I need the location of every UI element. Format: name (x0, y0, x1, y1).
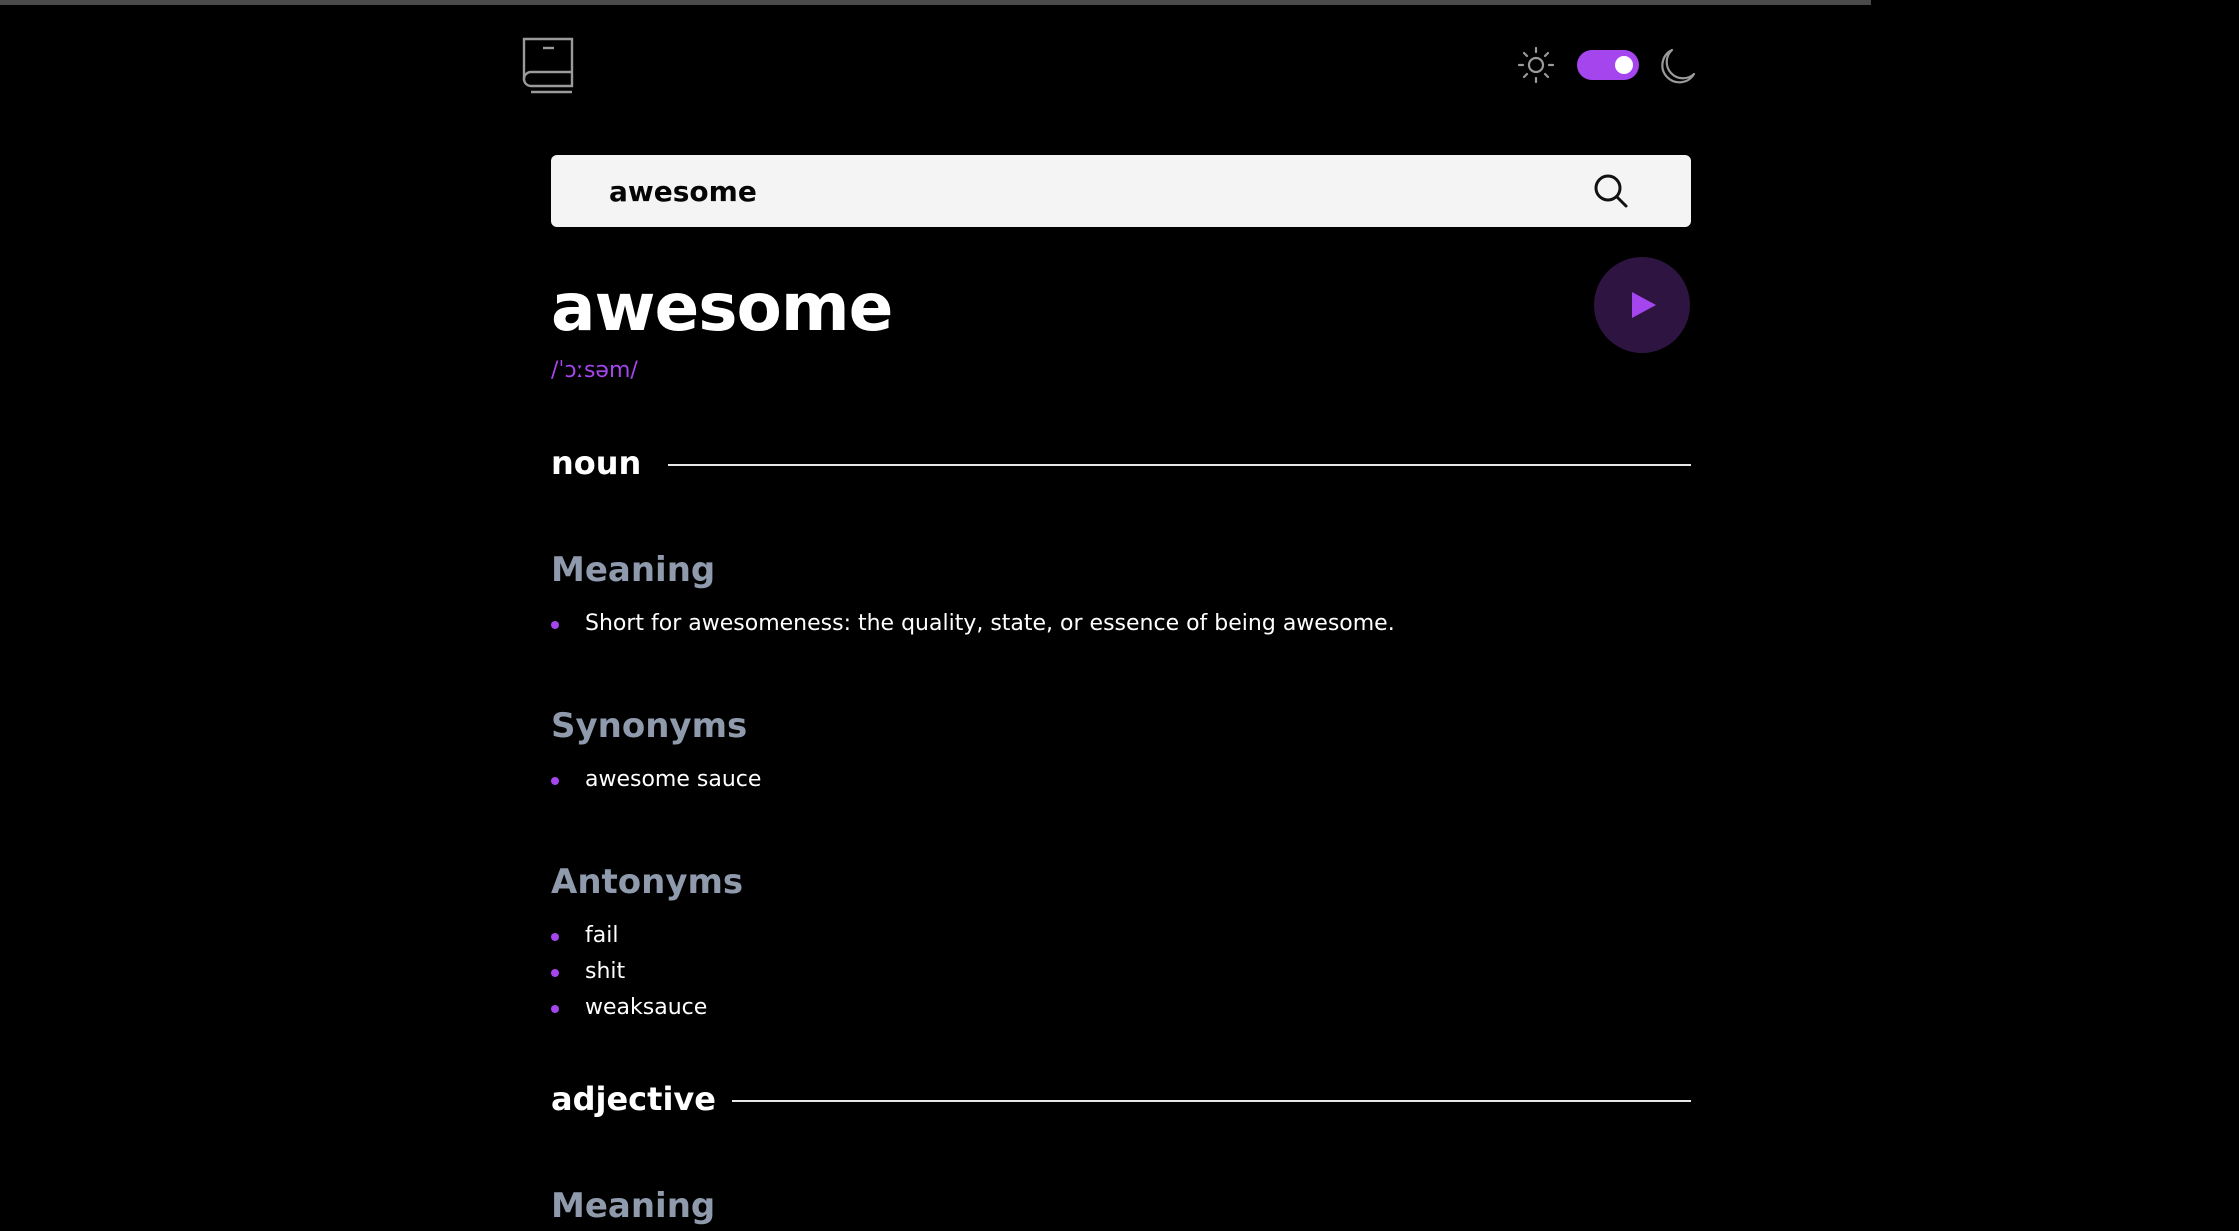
phonetic: /ˈɔːsəm/ (551, 358, 638, 383)
theme-toggle[interactable] (1577, 50, 1639, 80)
search-icon[interactable] (1591, 171, 1631, 211)
antonym-text[interactable]: weaksauce (585, 993, 707, 1023)
search-bar (551, 155, 1691, 227)
antonym-text[interactable]: fail (585, 921, 618, 951)
divider (668, 464, 1691, 466)
search-input[interactable] (609, 155, 1569, 227)
window-top-border (0, 0, 1871, 5)
sun-icon[interactable] (1517, 46, 1555, 84)
meaning-heading: Meaning (551, 1186, 716, 1226)
part-of-speech-adjective: adjective (551, 1080, 1691, 1120)
moon-icon[interactable] (1658, 46, 1698, 86)
meaning-text: Short for awesomeness: the quality, stat… (585, 611, 1395, 636)
synonym-text[interactable]: awesome sauce (585, 765, 761, 795)
part-of-speech-noun: noun (551, 444, 1691, 484)
part-of-speech-label: adjective (551, 1080, 716, 1118)
bullet (551, 969, 559, 977)
book-logo-icon[interactable] (521, 36, 575, 94)
bullet (551, 933, 559, 941)
antonyms-heading: Antonyms (551, 862, 744, 902)
toggle-knob (1615, 56, 1633, 74)
play-audio-button[interactable] (1594, 257, 1690, 353)
word-title: awesome (551, 269, 893, 346)
bullet (551, 621, 559, 629)
bullet (551, 1005, 559, 1013)
play-icon (1632, 292, 1656, 318)
part-of-speech-label: noun (551, 444, 642, 482)
antonym-text[interactable]: shit (585, 957, 625, 987)
meaning-heading: Meaning (551, 550, 716, 590)
synonyms-heading: Synonyms (551, 706, 748, 746)
divider (732, 1100, 1691, 1102)
bullet (551, 777, 559, 785)
